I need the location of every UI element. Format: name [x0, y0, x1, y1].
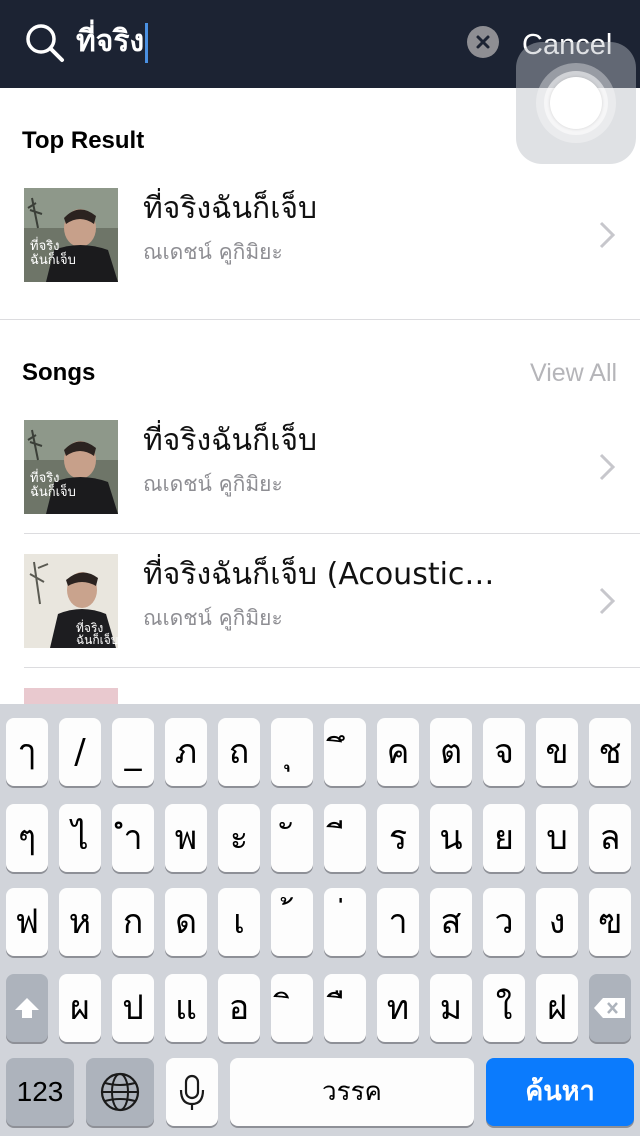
- key[interactable]: ุ: [271, 718, 313, 786]
- key[interactable]: _: [112, 718, 154, 786]
- key[interactable]: ๆ: [6, 804, 48, 872]
- key[interactable]: ๅ: [6, 718, 48, 786]
- key[interactable]: ฝ: [536, 974, 578, 1042]
- key[interactable]: เ: [218, 888, 260, 956]
- assistive-ring-inner: [550, 77, 602, 129]
- row-divider: [24, 667, 640, 668]
- key[interactable]: ช: [589, 718, 631, 786]
- key[interactable]: ิ: [271, 974, 313, 1042]
- key[interactable]: ไ: [59, 804, 101, 872]
- globe-key[interactable]: [86, 1058, 154, 1126]
- key[interactable]: ก: [112, 888, 154, 956]
- key[interactable]: /: [59, 718, 101, 786]
- keyboard: ๅ / _ ภ ถ ุ ึ ค ต จ ข ช ๆ ไ ำ พ ะ ั ี ร …: [0, 704, 640, 1136]
- row-divider: [24, 533, 640, 534]
- artist-name: ณเดชน์ คูกิมิยะ: [143, 472, 283, 496]
- dictation-key[interactable]: [166, 1058, 218, 1126]
- shift-icon: [15, 998, 39, 1018]
- key[interactable]: อ: [218, 974, 260, 1042]
- key[interactable]: ย: [483, 804, 525, 872]
- search-icon: [26, 24, 64, 62]
- key[interactable]: ภ: [165, 718, 207, 786]
- key[interactable]: น: [430, 804, 472, 872]
- search-input[interactable]: ที่จริง: [76, 20, 149, 64]
- clear-icon[interactable]: [467, 26, 499, 58]
- song-title: ที่จริงฉันก็เจ็บ: [143, 423, 318, 458]
- search-key[interactable]: ค้นหา: [486, 1058, 634, 1126]
- songs-heading: Songs: [22, 359, 96, 386]
- key[interactable]: า: [377, 888, 419, 956]
- chevron-right-icon: [599, 587, 616, 615]
- view-all-link[interactable]: View All: [530, 358, 617, 388]
- globe-icon: [100, 1072, 140, 1112]
- key[interactable]: ท: [377, 974, 419, 1042]
- key[interactable]: ป: [112, 974, 154, 1042]
- text-caret: [145, 22, 149, 63]
- key[interactable]: ค: [377, 718, 419, 786]
- key[interactable]: ล: [589, 804, 631, 872]
- assistive-touch-button[interactable]: [516, 42, 636, 164]
- key[interactable]: บ: [536, 804, 578, 872]
- svg-text:ฉันก็เจ็บ: ฉันก็เจ็บ: [76, 632, 118, 647]
- microphone-icon: [179, 1074, 205, 1110]
- section-divider: [0, 319, 640, 320]
- key[interactable]: แ: [165, 974, 207, 1042]
- key[interactable]: ั: [271, 804, 313, 872]
- svg-text:ฉันก็เจ็บ: ฉันก็เจ็บ: [30, 482, 76, 500]
- svg-text:ที่จริง: ที่จริง: [30, 469, 60, 486]
- key[interactable]: ส: [430, 888, 472, 956]
- backspace-key[interactable]: [589, 974, 631, 1042]
- album-art: ที่จริง ฉันก็เจ็บ: [24, 188, 118, 282]
- key[interactable]: จ: [483, 718, 525, 786]
- key[interactable]: ม: [430, 974, 472, 1042]
- key[interactable]: ึ: [324, 718, 366, 786]
- album-art: [24, 688, 118, 704]
- key[interactable]: ถ: [218, 718, 260, 786]
- key[interactable]: ื: [324, 974, 366, 1042]
- key[interactable]: ห: [59, 888, 101, 956]
- search-query: ที่จริง: [76, 24, 145, 59]
- svg-text:ที่จริง: ที่จริง: [30, 237, 60, 254]
- key[interactable]: ฃ: [589, 888, 631, 956]
- key[interactable]: ำ: [112, 804, 154, 872]
- artist-name: ณเดชน์ คูกิมิยะ: [143, 240, 283, 264]
- top-result-row[interactable]: ที่จริง ฉันก็เจ็บ ที่จริงฉันก็เจ็บ ณเดชน…: [0, 188, 640, 322]
- key[interactable]: ้: [271, 888, 313, 956]
- chevron-right-icon: [599, 221, 616, 249]
- artist-name: ณเดชน์ คูกิมิยะ: [143, 606, 283, 630]
- backspace-icon: [594, 998, 625, 1018]
- album-art: ที่จริง ฉันก็เจ็บ: [24, 554, 118, 648]
- svg-text:ฉันก็เจ็บ: ฉันก็เจ็บ: [30, 250, 76, 268]
- key[interactable]: ่: [324, 888, 366, 956]
- key[interactable]: ด: [165, 888, 207, 956]
- key[interactable]: ี: [324, 804, 366, 872]
- key[interactable]: พ: [165, 804, 207, 872]
- key[interactable]: ใ: [483, 974, 525, 1042]
- space-key[interactable]: วรรค: [230, 1058, 474, 1126]
- numbers-key[interactable]: 123: [6, 1058, 74, 1126]
- key[interactable]: ะ: [218, 804, 260, 872]
- song-title: ที่จริงฉันก็เจ็บ (Acoustic…: [143, 557, 495, 592]
- key[interactable]: ผ: [59, 974, 101, 1042]
- album-art: ที่จริง ฉันก็เจ็บ: [24, 420, 118, 514]
- key[interactable]: ฟ: [6, 888, 48, 956]
- song-title: ที่จริงฉันก็เจ็บ: [143, 191, 318, 226]
- top-result-heading: Top Result: [22, 127, 145, 154]
- key[interactable]: ต: [430, 718, 472, 786]
- chevron-right-icon: [599, 453, 616, 481]
- key[interactable]: ง: [536, 888, 578, 956]
- key[interactable]: ร: [377, 804, 419, 872]
- key[interactable]: ข: [536, 718, 578, 786]
- key[interactable]: ว: [483, 888, 525, 956]
- shift-key[interactable]: [6, 974, 48, 1042]
